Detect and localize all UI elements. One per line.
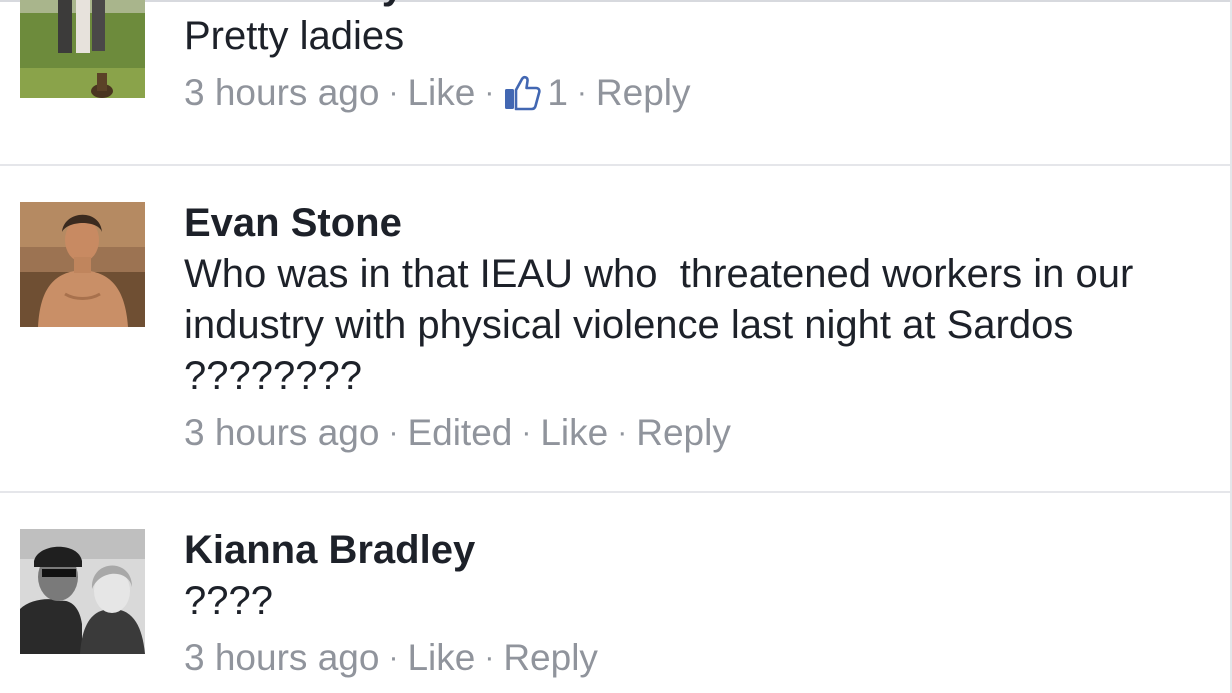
meta-separator: · — [484, 641, 495, 674]
comment-item: Evan Stone Who was in that IEAU who thre… — [0, 166, 1232, 490]
like-count[interactable]: 1 — [547, 68, 568, 118]
avatar[interactable] — [20, 0, 145, 98]
comment-meta: 3 hours ago · Edited · Like · Reply — [184, 408, 1192, 458]
comment-item: Robbie Rayder Pretty ladies 3 hours ago … — [0, 0, 1232, 164]
meta-separator: · — [388, 641, 399, 674]
reply-link[interactable]: Reply — [596, 68, 691, 118]
avatar[interactable] — [20, 529, 145, 654]
reply-link[interactable]: Reply — [636, 408, 731, 458]
comment-meta: 3 hours ago · Like · Reply — [184, 633, 1192, 683]
meta-separator: · — [521, 416, 532, 449]
avatar[interactable] — [20, 202, 145, 327]
comment-divider — [0, 491, 1232, 493]
comment-item: Kianna Bradley ???? 3 hours ago · Like ·… — [0, 494, 1232, 693]
comment-timestamp: 3 hours ago — [184, 637, 380, 678]
comments-feed: Robbie Rayder Pretty ladies 3 hours ago … — [0, 0, 1232, 693]
comment-author[interactable]: Robbie Rayder — [184, 0, 1192, 11]
avatar-photo-bw-couple-icon — [20, 529, 145, 654]
comment-text: Pretty ladies — [184, 14, 405, 58]
comment-text: Who was in that IEAU who threatened work… — [184, 252, 1145, 398]
reply-link[interactable]: Reply — [503, 633, 598, 683]
comment-timestamp: 3 hours ago — [184, 72, 380, 113]
avatar-photo-outdoor-group-icon — [20, 0, 145, 98]
comment-timestamp: 3 hours ago — [184, 412, 380, 453]
like-count-button[interactable] — [503, 74, 541, 112]
comment-author[interactable]: Evan Stone — [184, 197, 1192, 249]
like-link[interactable]: Like — [540, 408, 608, 458]
meta-separator: · — [617, 416, 628, 449]
comment-meta: 3 hours ago · Like · 1 · Reply — [184, 68, 1192, 118]
like-link[interactable]: Like — [407, 633, 475, 683]
avatar-photo-shirtless-man-icon — [20, 202, 145, 327]
comment-text: ???? — [184, 579, 273, 623]
meta-separator: · — [576, 76, 587, 109]
thumbs-up-icon — [503, 74, 541, 112]
meta-separator: · — [388, 416, 399, 449]
comment-author[interactable]: Kianna Bradley — [184, 524, 1192, 576]
meta-separator: · — [484, 76, 495, 109]
edited-link[interactable]: Edited — [407, 408, 512, 458]
meta-separator: · — [388, 76, 399, 109]
like-link[interactable]: Like — [407, 68, 475, 118]
